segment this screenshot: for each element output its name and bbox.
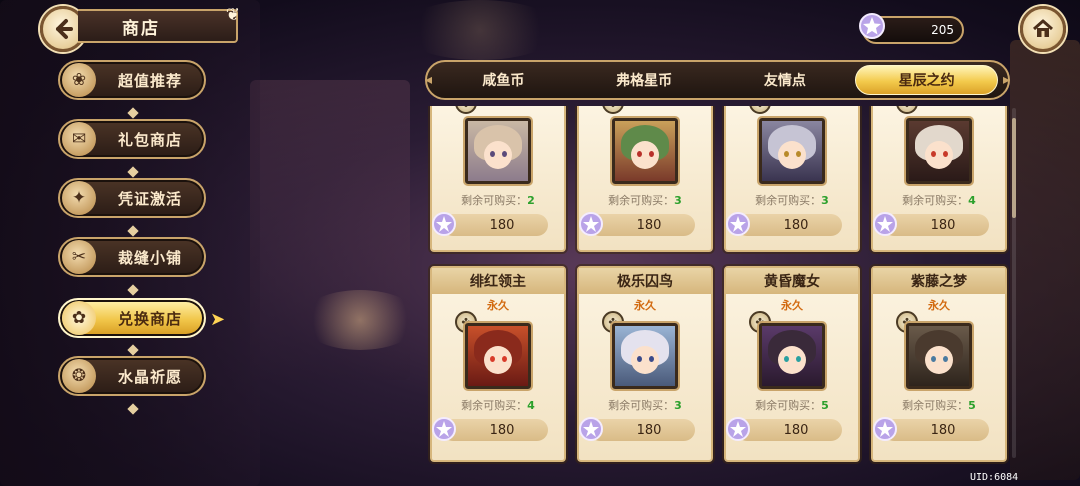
clover-badge-icon: ✤ [749, 106, 771, 114]
tab-bar-ornament-icon: ▸ [1002, 72, 1010, 88]
exchange-icon: ✿ [62, 301, 96, 335]
shop-item-card[interactable]: ✤ 剩余可购买：3 180 [724, 106, 860, 252]
divider-dot [127, 225, 139, 237]
clover-badge-icon: ✤ [896, 106, 918, 114]
star-gem-icon [579, 417, 603, 441]
divider-dot [127, 284, 139, 296]
currency-display: 205 [859, 13, 964, 44]
sidebar-item-label: 水晶祈愿 [118, 367, 183, 386]
tab-starry-promise[interactable]: 星辰之约 [855, 65, 998, 95]
scrollbar-thumb[interactable] [1012, 118, 1016, 218]
home-button[interactable] [1020, 6, 1066, 52]
sidebar-item-label: 裁缝小铺 [118, 248, 183, 267]
buy-price-button[interactable]: 180 [579, 417, 695, 441]
divider-dot [127, 403, 139, 415]
sidebar-item-crystal-wish[interactable]: ❂ 水晶祈愿 [58, 356, 206, 396]
divider-dot [127, 344, 139, 356]
tailor-icon: ✂ [62, 240, 96, 274]
shop-item-card[interactable]: ✤ 剩余可购买：2 180 [430, 106, 566, 252]
tab-salted-fish-coin[interactable]: 咸鱼币 [433, 65, 574, 95]
home-icon [1033, 19, 1053, 37]
shop-item-card[interactable]: 绯红领主 永久 ✤ 剩余可购买：4 180 [430, 266, 566, 462]
character-portrait [759, 323, 825, 389]
bunny-icon: ❀ [62, 63, 96, 97]
star-gem-icon [579, 212, 603, 236]
star-gem-icon [726, 212, 750, 236]
item-name: 紫藤之梦 [873, 268, 1005, 294]
sidebar-item-label: 凭证激活 [118, 189, 183, 208]
remaining-purchases: 剩余可购买：4 [461, 399, 535, 412]
divider-dot [127, 166, 139, 178]
active-indicator-icon: ➤ [210, 309, 226, 330]
character-portrait [759, 118, 825, 184]
remaining-purchases: 剩余可购买：3 [608, 399, 682, 412]
buy-price-button[interactable]: 180 [726, 212, 842, 236]
sidebar-item-label: 兑换商店 [118, 309, 183, 328]
item-duration: 永久 [634, 299, 656, 312]
currency-tab-bar: ◂ 咸鱼币 弗格星币 友情点 星辰之约 ▸ [425, 60, 1010, 100]
item-duration: 永久 [487, 299, 509, 312]
character-portrait [906, 118, 972, 184]
item-name: 黄昏魔女 [726, 268, 858, 294]
clover-badge-icon: ✤ [455, 106, 477, 114]
shop-item-grid: ✤ 剩余可购买：2 180 ✤ 剩余可购买：3 180 ✤ [426, 106, 1014, 466]
shop-item-card[interactable]: 黄昏魔女 永久 ✤ 剩余可购买：5 180 [724, 266, 860, 462]
sidebar: ❀ 超值推荐 ✉ 礼包商店 ✦ 凭证激活 ✂ 裁缝小铺 ✿ 兑换商店 ➤ ❂ 水… [58, 58, 225, 478]
sidebar-item-label: 超值推荐 [118, 71, 183, 90]
star-gem-icon [873, 417, 897, 441]
remaining-purchases: 剩余可购买：3 [608, 194, 682, 207]
crystal-icon: ❂ [62, 359, 96, 393]
remaining-purchases: 剩余可购买：2 [461, 194, 535, 207]
buy-price-button[interactable]: 180 [579, 212, 695, 236]
buy-price-button[interactable]: 180 [432, 417, 548, 441]
page-title: 商店 [122, 18, 160, 39]
character-portrait [612, 323, 678, 389]
star-gem-icon [726, 417, 750, 441]
character-portrait [465, 118, 531, 184]
shop-item-card[interactable]: ✤ 剩余可购买：3 180 [577, 106, 713, 252]
gift-box-icon: ✉ [62, 122, 96, 156]
shop-item-card[interactable]: 紫藤之梦 永久 ✤ 剩余可购买：5 180 [871, 266, 1007, 462]
item-duration: 永久 [928, 299, 950, 312]
sidebar-item-tailor[interactable]: ✂ 裁缝小铺 [58, 237, 206, 277]
sidebar-item-voucher[interactable]: ✦ 凭证激活 [58, 178, 206, 218]
user-id: UID:6084 [970, 472, 1019, 483]
star-gem-icon [432, 417, 456, 441]
corner-ornament-icon: ❦ [225, 5, 242, 25]
star-gem-icon [859, 13, 885, 39]
item-duration: 永久 [781, 299, 803, 312]
buy-price-button[interactable]: 180 [873, 212, 989, 236]
remaining-purchases: 剩余可购买：5 [755, 399, 829, 412]
character-portrait [465, 323, 531, 389]
card-icon: ✦ [62, 181, 96, 215]
shop-item-card[interactable]: ✤ 剩余可购买：4 180 [871, 106, 1007, 252]
character-portrait [906, 323, 972, 389]
tab-bar-ornament-icon: ◂ [425, 72, 433, 88]
divider-dot [127, 107, 139, 119]
page-title-plate: 商店 ❦ [78, 5, 240, 43]
sidebar-item-gift-shop[interactable]: ✉ 礼包商店 [58, 119, 206, 159]
remaining-purchases: 剩余可购买：5 [902, 399, 976, 412]
currency-amount: 205 [931, 23, 954, 37]
star-gem-icon [873, 212, 897, 236]
tab-fog-star-coin[interactable]: 弗格星币 [574, 65, 715, 95]
buy-price-button[interactable]: 180 [432, 212, 548, 236]
shop-item-card[interactable]: 极乐囚鸟 永久 ✤ 剩余可购买：3 180 [577, 266, 713, 462]
buy-price-button[interactable]: 180 [726, 417, 842, 441]
sidebar-item-exchange[interactable]: ✿ 兑换商店 [58, 298, 206, 338]
character-portrait [612, 118, 678, 184]
item-name: 绯红领主 [432, 268, 564, 294]
remaining-purchases: 剩余可购买：3 [755, 194, 829, 207]
sidebar-item-label: 礼包商店 [118, 130, 183, 149]
buy-price-button[interactable]: 180 [873, 417, 989, 441]
remaining-purchases: 剩余可购买：4 [902, 194, 976, 207]
tab-friendship-points[interactable]: 友情点 [715, 65, 856, 95]
grid-scrollbar[interactable] [1012, 108, 1016, 458]
arrow-left-icon [56, 19, 73, 39]
star-gem-icon [432, 212, 456, 236]
item-name: 极乐囚鸟 [579, 268, 711, 294]
clover-badge-icon: ✤ [602, 106, 624, 114]
sidebar-item-recommend[interactable]: ❀ 超值推荐 [58, 60, 206, 100]
